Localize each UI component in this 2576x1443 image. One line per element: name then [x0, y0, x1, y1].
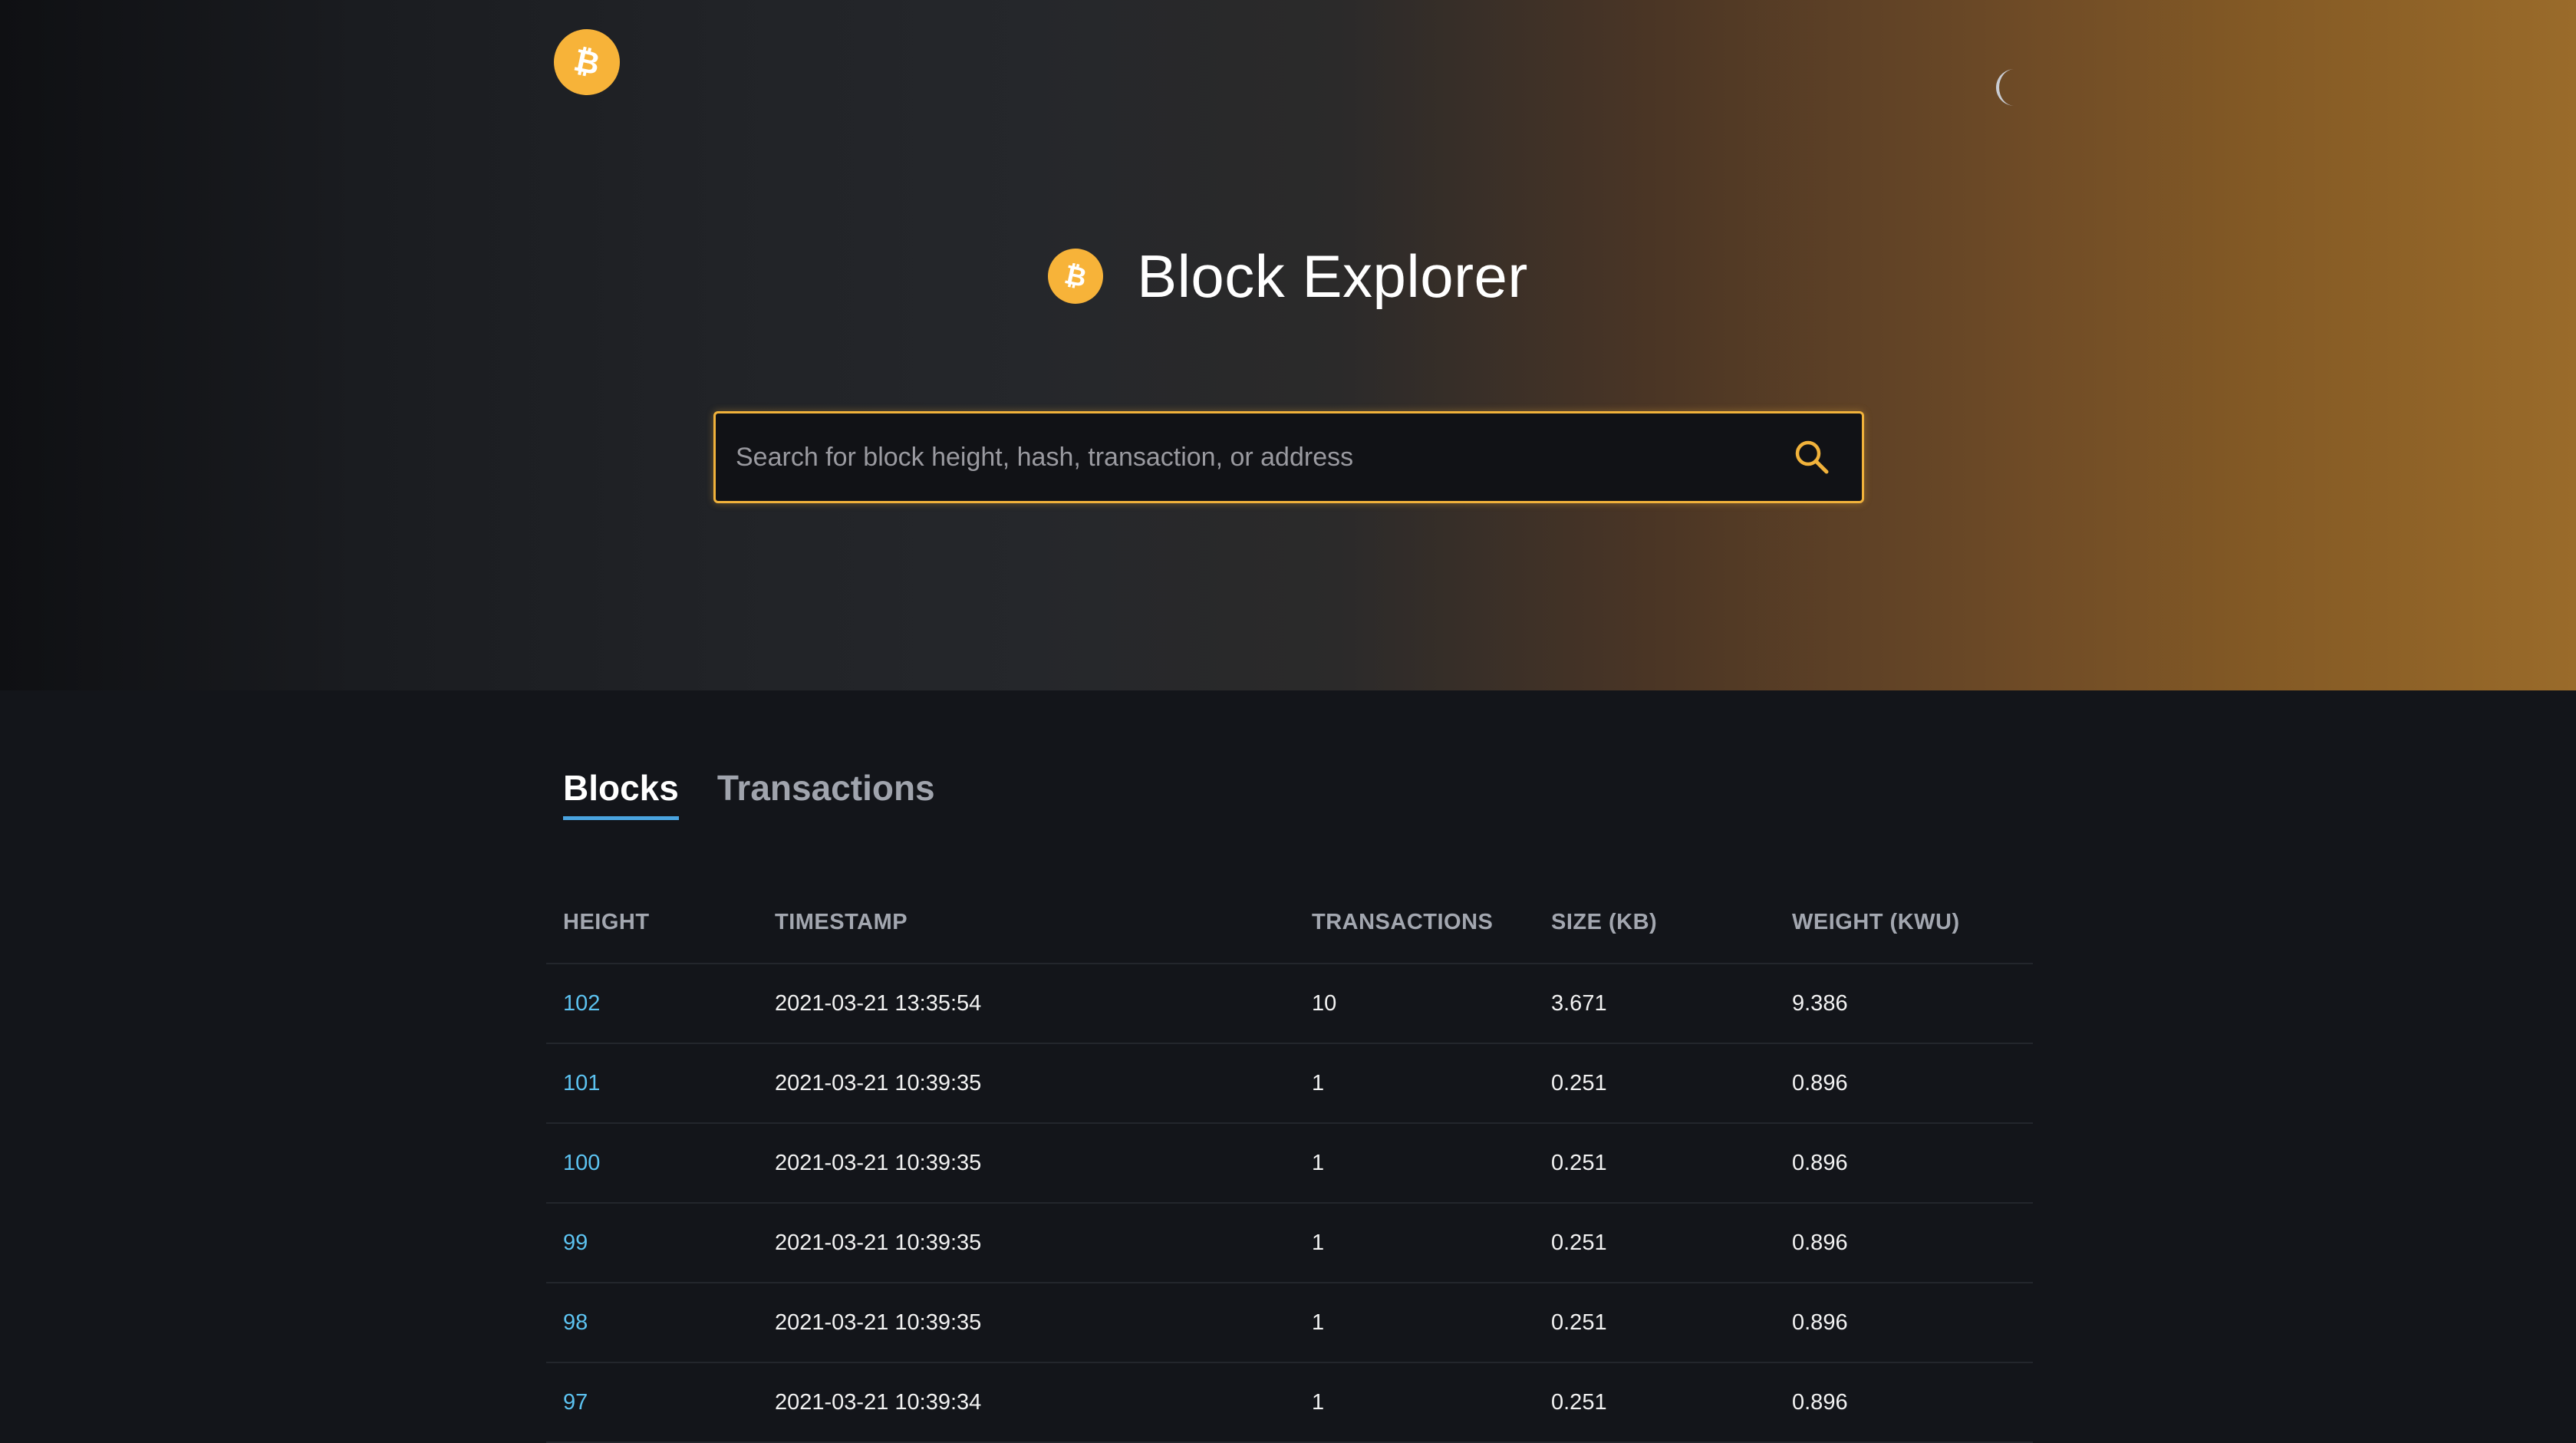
block-size: 0.251 — [1534, 1043, 1775, 1124]
block-transactions: 1 — [1295, 1203, 1534, 1283]
block-transactions: 1 — [1295, 1362, 1534, 1443]
moon-icon[interactable] — [1991, 66, 2034, 109]
block-height-link[interactable]: 97 — [546, 1362, 758, 1443]
svg-text:₿: ₿ — [571, 41, 603, 82]
table-header-row: HEIGHT TIMESTAMP TRANSACTIONS SIZE (KB) … — [546, 882, 2033, 964]
table-row: 97 2021-03-21 10:39:34 1 0.251 0.896 — [546, 1362, 2033, 1443]
block-size: 0.251 — [1534, 1203, 1775, 1283]
block-weight: 0.896 — [1775, 1123, 2033, 1204]
table-row: 99 2021-03-21 10:39:35 1 0.251 0.896 — [546, 1203, 2033, 1283]
search-icon — [1795, 440, 1829, 474]
block-timestamp: 2021-03-21 10:39:35 — [758, 1043, 1295, 1124]
column-header-weight[interactable]: WEIGHT (KWU) — [1775, 882, 2033, 964]
column-header-height[interactable]: HEIGHT — [546, 882, 758, 964]
search-button[interactable] — [1762, 413, 1862, 501]
block-height-link[interactable]: 98 — [546, 1283, 758, 1363]
content-tabs: Blocks Transactions — [563, 767, 935, 820]
block-weight: 0.896 — [1775, 1043, 2033, 1124]
block-weight: 9.386 — [1775, 964, 2033, 1044]
page-title: Block Explorer — [1137, 242, 1528, 310]
block-weight: 0.896 — [1775, 1283, 2033, 1363]
table-row: 100 2021-03-21 10:39:35 1 0.251 0.896 — [546, 1123, 2033, 1204]
block-height-link[interactable]: 101 — [546, 1043, 758, 1124]
block-transactions: 1 — [1295, 1283, 1534, 1363]
block-timestamp: 2021-03-21 13:35:54 — [758, 964, 1295, 1044]
block-timestamp: 2021-03-21 10:39:35 — [758, 1123, 1295, 1204]
block-size: 0.251 — [1534, 1362, 1775, 1443]
block-size: 0.251 — [1534, 1283, 1775, 1363]
bitcoin-logo-icon[interactable]: ₿ — [554, 29, 620, 95]
block-height-link[interactable]: 99 — [546, 1203, 758, 1283]
block-height-link[interactable]: 100 — [546, 1123, 758, 1204]
block-timestamp: 2021-03-21 10:39:34 — [758, 1362, 1295, 1443]
table-row: 98 2021-03-21 10:39:35 1 0.251 0.896 — [546, 1283, 2033, 1363]
block-weight: 0.896 — [1775, 1203, 2033, 1283]
table-row: 102 2021-03-21 13:35:54 10 3.671 9.386 — [546, 964, 2033, 1044]
block-transactions: 1 — [1295, 1123, 1534, 1204]
column-header-timestamp[interactable]: TIMESTAMP — [758, 882, 1295, 964]
block-size: 3.671 — [1534, 964, 1775, 1044]
bitcoin-logo-icon: ₿ — [1048, 249, 1104, 304]
search-bar — [713, 411, 1864, 503]
search-input[interactable] — [716, 413, 1762, 501]
column-header-transactions[interactable]: TRANSACTIONS — [1295, 882, 1534, 964]
hero-title-row: ₿ Block Explorer — [0, 230, 2576, 322]
block-size: 0.251 — [1534, 1123, 1775, 1204]
block-timestamp: 2021-03-21 10:39:35 — [758, 1283, 1295, 1363]
table-row: 101 2021-03-21 10:39:35 1 0.251 0.896 — [546, 1043, 2033, 1124]
block-transactions: 1 — [1295, 1043, 1534, 1124]
block-transactions: 10 — [1295, 964, 1534, 1044]
svg-text:₿: ₿ — [1062, 259, 1089, 294]
column-header-size[interactable]: SIZE (KB) — [1534, 882, 1775, 964]
block-timestamp: 2021-03-21 10:39:35 — [758, 1203, 1295, 1283]
bitcoin-symbol-icon: ₿ — [571, 41, 603, 82]
block-weight: 0.896 — [1775, 1362, 2033, 1443]
hero-banner: ₿ ₿ Block Explorer — [0, 0, 2576, 690]
tab-transactions[interactable]: Transactions — [717, 767, 935, 820]
block-height-link[interactable]: 102 — [546, 964, 758, 1044]
tab-blocks[interactable]: Blocks — [563, 767, 679, 820]
blocks-table: HEIGHT TIMESTAMP TRANSACTIONS SIZE (KB) … — [546, 882, 2033, 1443]
